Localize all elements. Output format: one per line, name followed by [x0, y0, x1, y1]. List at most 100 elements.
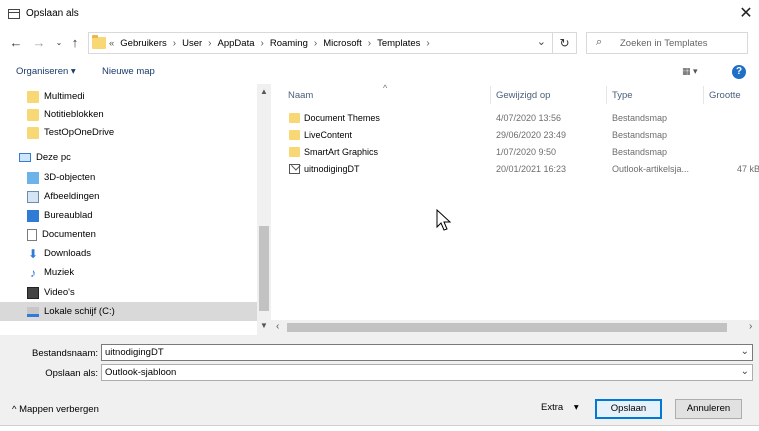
hide-folders-button[interactable]: ^ Mappen verbergen: [12, 404, 99, 415]
save-form: Bestandsnaam: uitnodigingDT ⌄ Opslaan al…: [0, 335, 759, 431]
chevron-right-icon[interactable]: ›: [314, 38, 317, 49]
filename-field[interactable]: uitnodigingDT ⌄: [101, 344, 753, 361]
back-arrow-icon[interactable]: ←: [7, 33, 25, 53]
mouse-pointer-icon: [436, 209, 452, 231]
save-button[interactable]: Opslaan: [595, 399, 662, 419]
outlook-template-icon: [289, 164, 300, 174]
breadcrumb-item[interactable]: Roaming: [270, 38, 308, 49]
nav-item-multimedi[interactable]: Multimedi: [27, 87, 85, 106]
chevron-down-icon[interactable]: ⌄: [741, 346, 749, 357]
command-bar: Organiseren ▾ Nieuwe map ▦ ▾ ?: [0, 60, 759, 84]
scroll-right-icon[interactable]: ›: [749, 321, 752, 332]
scroll-up-icon[interactable]: ▲: [260, 87, 268, 96]
file-name: SmartArt Graphics: [304, 147, 379, 157]
chevron-right-icon[interactable]: ›: [368, 38, 371, 49]
nav-item-label: Afbeeldingen: [44, 191, 100, 202]
chevron-right-icon[interactable]: ›: [208, 38, 211, 49]
nav-item-afbeeldingen[interactable]: Afbeeldingen: [27, 187, 99, 206]
breadcrumb-item[interactable]: AppData: [218, 38, 255, 49]
pictures-icon: [27, 190, 39, 203]
chevron-up-icon: ^: [12, 404, 17, 415]
up-arrow-icon[interactable]: ↑: [66, 33, 84, 53]
column-header-size[interactable]: Grootte: [709, 90, 741, 101]
column-header-type[interactable]: Type: [612, 90, 633, 101]
videos-icon: [27, 286, 39, 299]
folder-icon: [92, 35, 106, 49]
file-size: 47 kB: [737, 164, 759, 174]
caret-down-icon: ▾: [573, 402, 579, 413]
nav-item-deze-pc[interactable]: Deze pc: [19, 148, 71, 167]
scroll-down-icon[interactable]: ▼: [260, 321, 268, 330]
refresh-icon[interactable]: ↻: [553, 32, 577, 54]
scroll-left-icon[interactable]: ‹: [276, 321, 279, 332]
breadcrumb-overflow[interactable]: «: [109, 38, 114, 49]
cancel-button[interactable]: Annuleren: [675, 399, 742, 419]
nav-item-videos[interactable]: Video's: [27, 283, 75, 302]
address-bar[interactable]: « Gebruikers › User › AppData › Roaming …: [88, 32, 553, 54]
nav-item-label: Lokale schijf (C:): [44, 306, 115, 317]
column-divider[interactable]: [606, 86, 607, 104]
nav-item-testoponedrive[interactable]: TestOpOneDrive: [27, 123, 114, 142]
folder-icon: [27, 90, 39, 103]
search-placeholder: Zoeken in Templates: [620, 38, 708, 49]
nav-item-label: Muziek: [44, 267, 75, 278]
column-header-name[interactable]: Naam: [288, 90, 313, 101]
address-row: ← → ⌄ ↑ « Gebruikers › User › AppData › …: [0, 29, 759, 57]
nav-item-label: Video's: [44, 287, 75, 298]
chevron-right-icon[interactable]: ›: [261, 38, 264, 49]
file-row[interactable]: LiveContent 29/06/2020 23:49 Bestandsmap: [271, 127, 759, 144]
breadcrumb-item[interactable]: Templates: [377, 38, 420, 49]
search-icon: ⌕: [596, 36, 603, 48]
column-divider[interactable]: [490, 86, 491, 104]
scrollbar-thumb[interactable]: [259, 226, 269, 311]
file-modified: 29/06/2020 23:49: [496, 130, 567, 140]
file-type: Bestandsmap: [612, 130, 668, 140]
chevron-right-icon[interactable]: ›: [173, 38, 176, 49]
breadcrumb-item[interactable]: Gebruikers: [120, 38, 166, 49]
drive-icon: [27, 306, 39, 317]
nav-item-label: Notitieblokken: [44, 109, 104, 120]
file-name: LiveContent: [304, 130, 353, 140]
search-input[interactable]: ⌕ Zoeken in Templates: [586, 32, 748, 54]
3d-objects-icon: [27, 171, 39, 184]
nav-item-label: Bureaublad: [44, 210, 93, 221]
file-row[interactable]: SmartArt Graphics 1/07/2020 9:50 Bestand…: [271, 144, 759, 161]
help-icon[interactable]: ?: [732, 65, 746, 79]
file-type: Outlook-artikelsja...: [612, 164, 690, 174]
forward-arrow-icon[interactable]: →: [30, 33, 48, 53]
chevron-right-icon[interactable]: ›: [426, 38, 429, 49]
nav-item-bureaublad[interactable]: Bureaublad: [27, 206, 93, 225]
window-title: Opslaan als: [26, 8, 79, 19]
column-divider[interactable]: [703, 86, 704, 104]
file-name: Document Themes: [304, 113, 380, 123]
column-header-modified[interactable]: Gewijzigd op: [496, 90, 550, 101]
chevron-down-icon[interactable]: ⌄: [537, 35, 546, 48]
nav-item-lokale-schijf[interactable]: Lokale schijf (C:): [0, 302, 257, 321]
file-list-horizontal-scrollbar[interactable]: ‹ ›: [271, 320, 759, 335]
view-options-icon[interactable]: ▦ ▾: [682, 66, 698, 77]
breadcrumb-item[interactable]: User: [182, 38, 202, 49]
nav-item-downloads[interactable]: ⬇ Downloads: [27, 244, 91, 263]
breadcrumb-item[interactable]: Microsoft: [323, 38, 362, 49]
scrollbar-thumb[interactable]: [287, 323, 727, 332]
documents-icon: [27, 228, 37, 241]
savetype-select[interactable]: Outlook-sjabloon ⌄: [101, 364, 753, 381]
nav-pane-scrollbar[interactable]: ▲ ▼: [257, 84, 271, 335]
new-folder-button[interactable]: Nieuwe map: [102, 66, 155, 77]
extra-button[interactable]: Extra ▾: [541, 402, 579, 413]
savetype-label: Opslaan als:: [45, 368, 98, 379]
close-icon[interactable]: ✕: [735, 3, 757, 25]
nav-item-notitieblokken[interactable]: Notitieblokken: [27, 105, 104, 124]
navigation-pane: Multimedi Notitieblokken TestOpOneDrive …: [0, 84, 271, 335]
organize-button[interactable]: Organiseren ▾: [16, 66, 76, 77]
nav-item-label: Downloads: [44, 248, 91, 259]
file-modified: 1/07/2020 9:50: [496, 147, 557, 157]
chevron-down-icon[interactable]: ⌄: [741, 366, 749, 377]
nav-item-label: Deze pc: [36, 152, 71, 163]
file-list: ^ Naam Gewijzigd op Type Grootte Documen…: [271, 84, 759, 335]
file-row[interactable]: uitnodigingDT 20/01/2021 16:23 Outlook-a…: [271, 161, 759, 178]
file-row[interactable]: Document Themes 4/07/2020 13:56 Bestands…: [271, 110, 759, 127]
nav-item-muziek[interactable]: ♪ Muziek: [27, 263, 74, 282]
nav-item-3d-objecten[interactable]: 3D-objecten: [27, 168, 95, 187]
nav-item-documenten[interactable]: Documenten: [27, 225, 96, 244]
